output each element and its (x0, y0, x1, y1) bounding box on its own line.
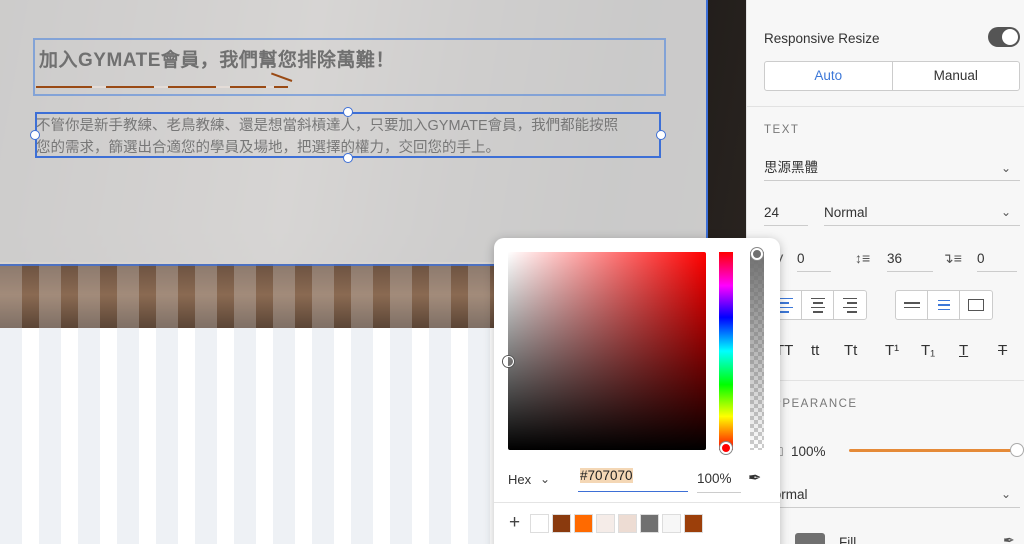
responsive-resize-toggle[interactable] (988, 27, 1020, 47)
decorative-arrow-line (36, 86, 288, 88)
align-center-button[interactable] (802, 291, 834, 319)
subscript-button[interactable]: T₁ (921, 342, 935, 359)
chevron-down-icon: ⌄ (1001, 161, 1012, 175)
superscript-button[interactable]: T¹ (885, 342, 899, 359)
chevron-down-icon[interactable]: ⌄ (540, 472, 550, 486)
font-weight-select[interactable]: Normal (824, 202, 1020, 226)
text-box-type-group (895, 290, 993, 320)
resize-handle-left[interactable] (30, 130, 40, 140)
color-swatch[interactable] (618, 514, 637, 533)
color-swatch[interactable] (574, 514, 593, 533)
app-window: 加入GYMATE會員，我們幫您排除萬難！ 不管你是新手教練、老鳥教練、還是想當斜… (0, 0, 1024, 544)
text-section-title: TEXT (764, 124, 800, 136)
font-size-input[interactable]: 24 (764, 202, 808, 226)
canvas-title-text[interactable]: 加入GYMATE會員，我們幫您排除萬難！ (39, 45, 395, 72)
divider (747, 380, 1024, 381)
property-inspector: Responsive Resize Auto Manual TEXT 思源黑體 … (746, 0, 1024, 544)
font-weight-value: Normal (824, 205, 868, 220)
color-swatch[interactable] (684, 514, 703, 533)
color-picker-popover: Hex ⌄ #707070 100% ✒ + (494, 238, 780, 544)
lowercase-button[interactable]: tt (811, 342, 819, 359)
character-spacing-input[interactable]: 0 (797, 248, 831, 272)
align-left-icon (778, 297, 793, 313)
artboard-edge (706, 0, 708, 264)
color-swatch[interactable] (530, 514, 549, 533)
color-swatch[interactable] (552, 514, 571, 533)
eyedropper-icon[interactable]: ✒ (1003, 532, 1015, 544)
resize-mode-manual[interactable]: Manual (893, 62, 1020, 90)
line-spacing-value: 36 (887, 251, 903, 266)
fill-label: Fill (839, 535, 857, 544)
auto-height-button[interactable] (928, 291, 960, 319)
strikethrough-button[interactable]: T (998, 342, 1007, 359)
resize-handle-top[interactable] (343, 107, 353, 117)
body-text-line-1: 不管你是新手教練、老鳥教練、還是想當斜槓達人，只要加入GYMATE會員，我們都能… (36, 118, 619, 134)
color-swatch[interactable] (596, 514, 615, 533)
blend-mode-select[interactable]: Normal (764, 484, 1020, 508)
opacity-value[interactable]: 100% (791, 444, 826, 459)
character-spacing-value: 0 (797, 251, 805, 266)
chevron-down-icon: ⌄ (1001, 487, 1012, 501)
point-text-button[interactable] (896, 291, 928, 319)
eyedropper-icon[interactable]: ✒ (748, 468, 761, 488)
resize-handle-right[interactable] (656, 130, 666, 140)
paragraph-spacing-value: 0 (977, 251, 985, 266)
hex-input[interactable]: #707070 (578, 468, 688, 492)
text-align-group (769, 290, 867, 320)
font-family-value: 思源黑體 (764, 160, 818, 175)
paragraph-spacing-icon: ↴≡ (942, 250, 962, 266)
line-spacing-input[interactable]: 36 (887, 248, 933, 272)
resize-mode-segmented-control: Auto Manual (764, 61, 1020, 91)
titlecase-button[interactable]: Tt (844, 342, 857, 359)
fixed-size-button[interactable] (960, 291, 992, 319)
add-swatch-button[interactable]: + (509, 512, 520, 534)
auto-height-icon (937, 299, 950, 311)
chevron-down-icon: ⌄ (1001, 205, 1012, 219)
color-swatch[interactable] (640, 514, 659, 533)
hue-slider[interactable] (719, 252, 733, 450)
saturation-value-cursor[interactable] (503, 356, 514, 367)
point-text-icon (903, 302, 920, 308)
resize-handle-bottom[interactable] (343, 153, 353, 163)
alpha-input[interactable]: 100% (697, 469, 741, 493)
line-spacing-icon: ↕≡ (855, 250, 871, 266)
resize-mode-auto[interactable]: Auto (765, 62, 893, 90)
align-center-icon (810, 297, 825, 313)
hex-value: #707070 (580, 468, 633, 483)
font-family-select[interactable]: 思源黑體 (764, 157, 1020, 181)
opacity-slider-track[interactable] (849, 449, 1017, 452)
fixed-size-icon (968, 299, 984, 311)
align-right-button[interactable] (834, 291, 866, 319)
font-size-value: 24 (764, 205, 780, 220)
align-right-icon (843, 297, 857, 313)
saturation-value-area[interactable] (508, 252, 706, 450)
hue-slider-thumb[interactable] (720, 442, 732, 454)
alpha-slider-thumb[interactable] (751, 248, 763, 260)
responsive-resize-label: Responsive Resize (764, 31, 880, 46)
color-swatch[interactable] (662, 514, 681, 533)
divider (747, 106, 1024, 107)
paragraph-spacing-input[interactable]: 0 (977, 248, 1017, 272)
fill-color-swatch[interactable] (795, 533, 825, 544)
divider (494, 502, 780, 503)
color-format-select[interactable]: Hex (508, 472, 531, 487)
underline-button[interactable]: T (959, 342, 968, 359)
alpha-slider[interactable] (750, 252, 764, 450)
opacity-slider-thumb[interactable] (1010, 443, 1024, 457)
